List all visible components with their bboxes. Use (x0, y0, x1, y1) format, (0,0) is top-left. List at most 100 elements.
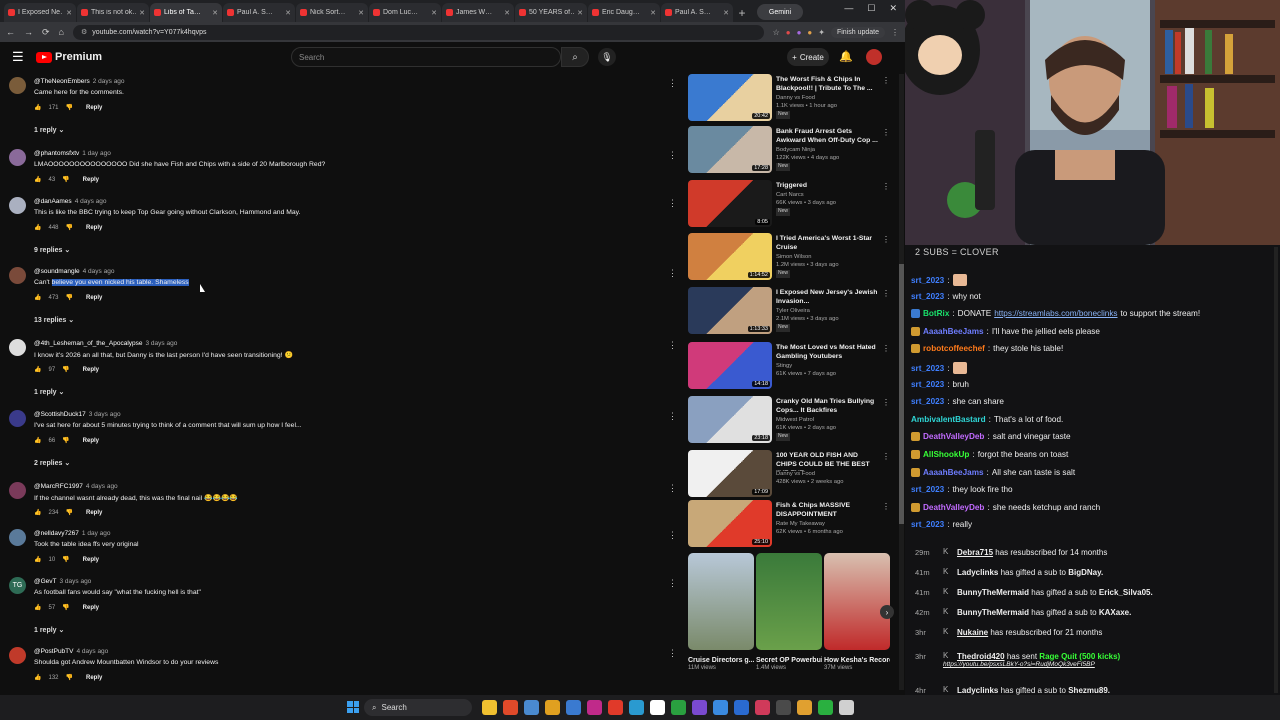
related-video-item[interactable]: 25:10 Fish & Chips MASSIVE DISAPPOINTMENT… (688, 500, 898, 550)
short-title[interactable]: Secret OP Powerbuildi... (756, 656, 822, 665)
youtube-logo[interactable]: Premium (36, 51, 102, 63)
short-thumbnail[interactable] (824, 553, 890, 650)
channel-name[interactable]: Stingy (776, 363, 886, 371)
dislike-thumbs-down-icon[interactable]: 👎 (62, 556, 69, 563)
short-item[interactable]: Secret OP Powerbuildi...1.4M views (756, 553, 822, 671)
tab-close-icon[interactable]: ✕ (285, 9, 291, 17)
site-info-icon[interactable]: ⚙ (81, 28, 87, 36)
view-replies-button[interactable]: 2 replies ⌄ (34, 459, 70, 467)
comment-more-options-icon[interactable]: ⋮ (668, 530, 677, 541)
commenter-avatar[interactable] (9, 77, 26, 94)
video-title[interactable]: Cranky Old Man Tries Bullying Cops... It… (776, 397, 880, 415)
video-more-options-icon[interactable]: ⋮ (882, 452, 890, 461)
new-tab-plus-icon[interactable]: + (734, 3, 750, 22)
reply-button[interactable]: Reply (83, 557, 99, 563)
video-title[interactable]: The Worst Fish & Chips In Blackpool!! | … (776, 75, 880, 93)
forward-icon[interactable]: → (24, 27, 33, 37)
reply-button[interactable]: Reply (86, 510, 102, 516)
reply-button[interactable]: Reply (83, 177, 99, 183)
event-username[interactable]: Thedroid420 (957, 652, 1005, 661)
related-video-item[interactable]: 17:28 Bank Fraud Arrest Gets Awkward When… (688, 126, 898, 176)
chat-username[interactable]: srt_2023 (911, 485, 944, 494)
chat-username[interactable]: srt_2023 (911, 292, 944, 301)
comment-more-options-icon[interactable]: ⋮ (668, 150, 677, 161)
video-more-options-icon[interactable]: ⋮ (882, 398, 890, 407)
related-video-item[interactable]: 14:18 The Most Loved vs Most Hated Gambli… (688, 342, 898, 392)
video-more-options-icon[interactable]: ⋮ (882, 76, 890, 85)
like-thumbs-up-icon[interactable]: 👍 (34, 509, 41, 516)
video-title[interactable]: Bank Fraud Arrest Gets Awkward When Off-… (776, 127, 880, 145)
commenter-avatar[interactable] (9, 339, 26, 356)
related-video-item[interactable]: 8:05 Triggered Cart Narcs 66K views • 3 day… (688, 180, 898, 230)
extension-icon[interactable]: ● (807, 28, 812, 37)
video-more-options-icon[interactable]: ⋮ (882, 182, 890, 191)
browser-tab[interactable]: Libs of Ta… ✕ (150, 3, 222, 22)
channel-name[interactable]: Danny vs Food (776, 95, 886, 103)
taskbar-app-icon[interactable] (629, 700, 644, 715)
browser-tab[interactable]: Nick Sort… ✕ (296, 3, 368, 22)
short-title[interactable]: Cruise Directors g... (688, 656, 754, 665)
taskbar-app-icon[interactable] (818, 700, 833, 715)
browser-tab[interactable]: Dom Luc… ✕ (369, 3, 441, 22)
comment-more-options-icon[interactable]: ⋮ (668, 268, 677, 279)
extension-icon[interactable]: ● (786, 28, 791, 37)
taskbar-app-icon[interactable] (524, 700, 539, 715)
chat-username[interactable]: srt_2023 (911, 276, 944, 285)
commenter-avatar[interactable] (9, 482, 26, 499)
video-title[interactable]: I Tried America's Worst 1-Star Cruise (776, 234, 880, 252)
related-video-item[interactable]: 1:13:33 I Exposed New Jersey's Jewish Inv… (688, 287, 898, 337)
maximize-icon[interactable]: ☐ (867, 3, 875, 14)
short-thumbnail[interactable] (756, 553, 822, 650)
commenter-avatar[interactable] (9, 410, 26, 427)
chat-username[interactable]: srt_2023 (911, 380, 944, 389)
video-thumbnail[interactable]: 17:28 (688, 126, 772, 173)
finish-update-button[interactable]: Finish update (830, 26, 885, 38)
event-username[interactable]: Nukaine (957, 628, 988, 637)
comment-username[interactable]: @4th_Lesheman_of_the_Apocalypse (34, 340, 143, 347)
url-field[interactable]: ⚙ youtube.com/watch?v=Y077k4hqvps (72, 24, 764, 40)
shorts-next-chevron-icon[interactable]: › (880, 605, 894, 619)
taskbar-app-icon[interactable] (482, 700, 497, 715)
taskbar-app-icon[interactable] (776, 700, 791, 715)
view-replies-button[interactable]: 1 reply ⌄ (34, 126, 64, 134)
like-thumbs-up-icon[interactable]: 👍 (34, 104, 41, 111)
commenter-avatar[interactable] (9, 149, 26, 166)
puzzle-icon[interactable]: ✦ (818, 28, 825, 37)
browser-tab[interactable]: James W… ✕ (442, 3, 514, 22)
taskbar-search-box[interactable]: ⌕ Search (364, 699, 472, 716)
dislike-thumbs-down-icon[interactable]: 👎 (66, 674, 73, 681)
minimize-icon[interactable]: — (844, 3, 853, 14)
video-thumbnail[interactable]: 20:42 (688, 74, 772, 121)
short-title[interactable]: How Kesha's Record Lab... (824, 656, 890, 665)
taskbar-app-icon[interactable] (839, 700, 854, 715)
chat-scrollbar[interactable] (1274, 247, 1278, 693)
tab-close-icon[interactable]: ✕ (66, 9, 72, 17)
video-more-options-icon[interactable]: ⋮ (882, 235, 890, 244)
chat-username[interactable]: AmbivalentBastard (911, 415, 986, 424)
taskbar-app-icon[interactable] (566, 700, 581, 715)
tab-close-icon[interactable]: ✕ (212, 9, 218, 17)
commenter-avatar[interactable] (9, 529, 26, 546)
like-thumbs-up-icon[interactable]: 👍 (34, 674, 41, 681)
comment-username[interactable]: @nelldavy7267 (34, 530, 79, 537)
related-video-item[interactable]: 1:14:52 I Tried America's Worst 1-Star Cr… (688, 233, 898, 283)
view-replies-button[interactable]: 9 replies ⌄ (34, 246, 70, 254)
tab-close-icon[interactable]: ✕ (723, 9, 729, 17)
related-video-item[interactable]: 17:09 100 YEAR OLD FISH AND CHIPS COULD B… (688, 450, 898, 500)
video-thumbnail[interactable]: 23:18 (688, 396, 772, 443)
comment-more-options-icon[interactable]: ⋮ (668, 483, 677, 494)
dislike-thumbs-down-icon[interactable]: 👎 (66, 509, 73, 516)
comment-username[interactable]: @soundmangle (34, 268, 80, 275)
create-button[interactable]: + Create (787, 48, 829, 66)
taskbar-app-icon[interactable] (650, 700, 665, 715)
taskbar-app-icon[interactable] (545, 700, 560, 715)
taskbar-app-icon[interactable] (797, 700, 812, 715)
scrollbar-thumb[interactable] (899, 264, 904, 524)
comment-more-options-icon[interactable]: ⋮ (668, 78, 677, 89)
video-title[interactable]: The Most Loved vs Most Hated Gambling Yo… (776, 343, 880, 361)
reply-button[interactable]: Reply (83, 367, 99, 373)
reply-button[interactable]: Reply (86, 675, 102, 681)
notifications-bell-icon[interactable]: 🔔 (839, 50, 853, 63)
tab-close-icon[interactable]: ✕ (577, 9, 583, 17)
short-item[interactable]: Cruise Directors g... 11M views (688, 553, 754, 671)
